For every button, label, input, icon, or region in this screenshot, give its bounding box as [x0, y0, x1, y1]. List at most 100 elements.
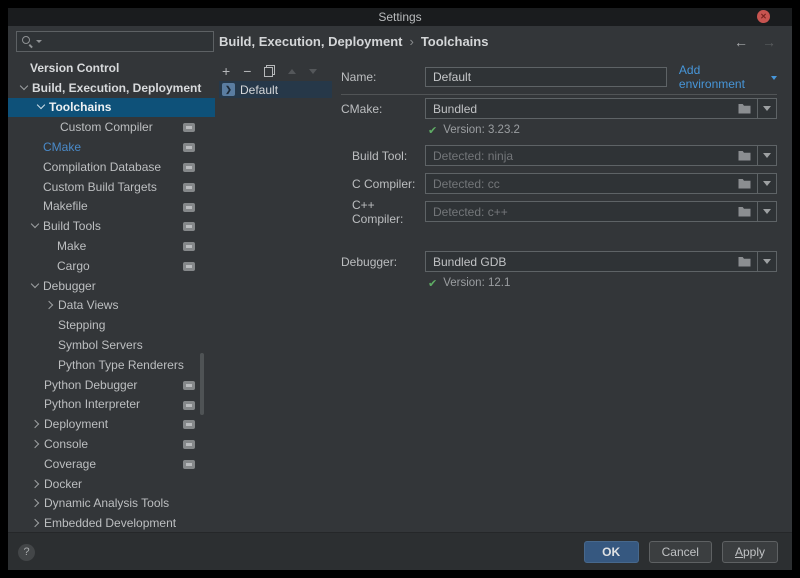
monitor-icon [183, 440, 195, 449]
sidebar-item[interactable]: Embedded Development [8, 513, 215, 533]
forward-arrow-icon[interactable]: → [762, 34, 776, 50]
name-label: Name: [341, 70, 425, 84]
cancel-button[interactable]: Cancel [649, 541, 712, 563]
chevron-icon[interactable] [35, 100, 49, 114]
field-label: Debugger: [341, 255, 425, 269]
settings-search[interactable] [16, 31, 214, 52]
sidebar-item-label: CMake [43, 140, 81, 154]
monitor-icon [183, 262, 195, 271]
browse-folder-icon[interactable] [738, 178, 751, 189]
sidebar-item[interactable]: Symbol Servers [8, 335, 215, 355]
chevron-icon[interactable] [30, 516, 44, 530]
chevron-icon[interactable] [18, 81, 32, 95]
sidebar-item[interactable]: Makefile [8, 197, 215, 217]
sidebar-item-label: Embedded Development [44, 516, 176, 530]
sidebar-item[interactable]: Stepping [8, 315, 215, 335]
sidebar-item[interactable]: Python Interpreter [8, 395, 215, 415]
combo-box[interactable]: Detected: ninja [425, 145, 777, 166]
sidebar-item[interactable]: Docker [8, 474, 215, 494]
move-down-icon[interactable] [309, 69, 317, 74]
sidebar-item[interactable]: Python Type Renderers [8, 355, 215, 375]
sidebar-item-label: Python Interpreter [44, 397, 140, 411]
copy-toolchain-icon[interactable] [264, 65, 275, 77]
scrollbar-thumb[interactable] [200, 353, 204, 415]
combo-value: Bundled [426, 102, 738, 116]
monitor-icon [183, 381, 195, 390]
chevron-icon[interactable] [30, 437, 44, 451]
monitor-icon [183, 222, 195, 231]
check-icon: ✔ [428, 124, 437, 137]
chevron-icon[interactable] [30, 477, 44, 491]
breadcrumb-section[interactable]: Build, Execution, Deployment [219, 34, 402, 49]
combo-dropdown-button[interactable] [757, 252, 776, 271]
sidebar-item[interactable]: Dynamic Analysis Tools [8, 494, 215, 514]
sidebar-item-label: Python Type Renderers [58, 358, 184, 372]
sidebar-item-label: Deployment [44, 417, 108, 431]
back-arrow-icon[interactable]: ← [734, 34, 748, 50]
sidebar-item[interactable]: Python Debugger [8, 375, 215, 395]
chevron-icon[interactable] [30, 417, 44, 431]
sidebar-item[interactable]: Coverage [8, 454, 215, 474]
sidebar-item-label: Console [44, 437, 88, 451]
sidebar-item[interactable]: Compilation Database [8, 157, 215, 177]
help-button[interactable]: ? [18, 544, 35, 561]
close-icon[interactable]: ✕ [757, 10, 770, 23]
chevron-icon[interactable] [44, 298, 58, 312]
chevron-icon[interactable] [30, 496, 44, 510]
remove-toolchain-button[interactable]: − [243, 64, 251, 78]
sidebar-item[interactable]: Data Views [8, 296, 215, 316]
toolchain-form: Name: Add environment CMake: Bundled [341, 66, 777, 292]
toolchain-name-field[interactable] [425, 67, 667, 87]
combo-value: Detected: c++ [426, 205, 738, 219]
sidebar-item[interactable]: Custom Compiler [8, 117, 215, 137]
search-input[interactable] [42, 35, 213, 49]
sidebar-item[interactable]: Toolchains [8, 98, 215, 118]
sidebar-item[interactable]: Build Tools [8, 216, 215, 236]
sidebar-item-label: Coverage [44, 457, 96, 471]
move-up-icon[interactable] [288, 69, 296, 74]
combo-box[interactable]: Detected: cc [425, 173, 777, 194]
browse-folder-icon[interactable] [738, 206, 751, 217]
sidebar-item[interactable]: Cargo [8, 256, 215, 276]
sidebar-item-label: Dynamic Analysis Tools [44, 496, 169, 510]
add-environment-link[interactable]: Add environment [679, 63, 777, 91]
monitor-icon [183, 183, 195, 192]
sidebar-item-label: Toolchains [49, 100, 111, 114]
ok-button[interactable]: OK [584, 541, 639, 563]
browse-folder-icon[interactable] [738, 150, 751, 161]
breadcrumb-page: Toolchains [421, 34, 489, 49]
combo-dropdown-button[interactable] [757, 174, 776, 193]
apply-button[interactable]: Apply [722, 541, 778, 563]
combo-value: Detected: cc [426, 177, 738, 191]
combo-box[interactable]: Bundled [425, 98, 777, 119]
monitor-icon [183, 242, 195, 251]
sidebar-item[interactable]: Debugger [8, 276, 215, 296]
sidebar-item-label: Docker [44, 477, 82, 491]
combo-dropdown-button[interactable] [757, 99, 776, 118]
sidebar-item[interactable]: Deployment [8, 414, 215, 434]
monitor-icon [183, 123, 195, 132]
combo-box[interactable]: Detected: c++ [425, 201, 777, 222]
browse-folder-icon[interactable] [738, 103, 751, 114]
sidebar-item[interactable]: Version Control [8, 58, 215, 78]
combo-box[interactable]: Bundled GDB [425, 251, 777, 272]
sidebar-item-label: Symbol Servers [58, 338, 143, 352]
chevron-icon[interactable] [29, 279, 43, 293]
sidebar-item[interactable]: Custom Build Targets [8, 177, 215, 197]
titlebar: Settings ✕ [8, 8, 792, 26]
combo-dropdown-button[interactable] [757, 202, 776, 221]
toolchain-list-item[interactable]: ❯ Default [219, 81, 332, 98]
sidebar-item[interactable]: Build, Execution, Deployment [8, 78, 215, 98]
combo-value: Bundled GDB [426, 255, 738, 269]
chevron-icon[interactable] [29, 219, 43, 233]
sidebar-item[interactable]: Console [8, 434, 215, 454]
add-toolchain-button[interactable]: + [222, 64, 230, 78]
combo-dropdown-button[interactable] [757, 146, 776, 165]
settings-dialog: Settings ✕ Build, Execution, Deployment›… [8, 8, 792, 570]
sidebar-item-label: Make [57, 239, 86, 253]
sidebar-item[interactable]: Make [8, 236, 215, 256]
browse-folder-icon[interactable] [738, 256, 751, 267]
sidebar-item[interactable]: CMake [8, 137, 215, 157]
monitor-icon [183, 163, 195, 172]
field-label: C++ Compiler: [341, 198, 425, 226]
